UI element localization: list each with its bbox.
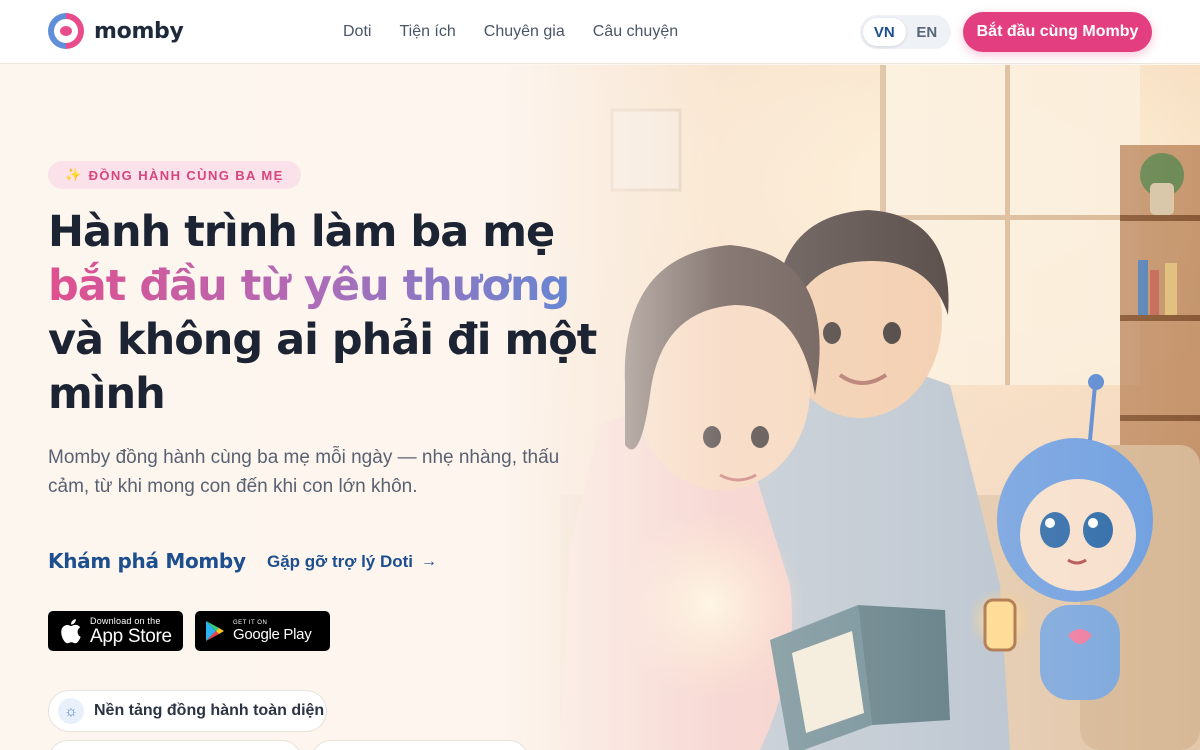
google-play-button[interactable]: GET IT ON Google Play <box>195 611 330 651</box>
hero-badge-text: ĐỒNG HÀNH CÙNG BA MẸ <box>88 167 284 183</box>
headline-line-1: Hành trình làm ba mẹ <box>48 207 555 257</box>
app-store-small: Download on the <box>90 615 161 626</box>
hero-headline: Hành trình làm ba mẹ bắt đầu từ yêu thươ… <box>48 205 608 421</box>
language-toggle: VN EN <box>860 15 951 49</box>
headline-line-3: và không ai phải đi một <box>48 315 597 365</box>
apple-icon <box>61 619 81 644</box>
sparkle-icon: ✨ <box>65 167 83 182</box>
explore-momby-link[interactable]: Khám phá Momby <box>48 549 246 573</box>
nav-item-doti[interactable]: Doti <box>343 23 371 41</box>
site-header: momby Doti Tiện ích Chuyên gia Câu chuyệ… <box>0 0 1200 64</box>
headline-line-2-gradient: bắt đầu từ yêu thương <box>48 259 608 313</box>
sun-icon: ☼ <box>58 698 84 724</box>
language-en-button[interactable]: EN <box>906 18 949 46</box>
nav-item-features[interactable]: Tiện ích <box>399 23 455 41</box>
brand-name: momby <box>94 18 184 44</box>
language-vn-button[interactable]: VN <box>863 18 906 46</box>
headline-line-4: mình <box>48 369 166 419</box>
feature-pill-platform: ☼ Nền tảng đồng hành toàn diện <box>48 690 327 732</box>
feature-pill-partial <box>48 740 302 750</box>
nav-item-stories[interactable]: Câu chuyện <box>593 23 678 41</box>
app-store-big: App Store <box>90 625 172 647</box>
app-store-text: Download on the App Store <box>90 615 172 647</box>
hero-badge: ✨ ĐỒNG HÀNH CÙNG BA MẸ <box>48 161 301 189</box>
meet-doti-link[interactable]: Gặp gỡ trợ lý Doti → <box>267 552 437 572</box>
app-store-button[interactable]: Download on the App Store <box>48 611 183 651</box>
hero-subtitle: Momby đồng hành cùng ba mẹ mỗi ngày — nh… <box>48 447 560 497</box>
brand-logo[interactable]: momby <box>48 13 184 49</box>
google-play-big: Google Play <box>233 626 312 643</box>
google-play-icon <box>206 621 224 641</box>
google-play-text: GET IT ON Google Play <box>233 620 312 643</box>
meet-doti-label: Gặp gỡ trợ lý Doti <box>267 552 414 571</box>
arrow-right-icon: → <box>421 553 438 570</box>
nav-item-experts[interactable]: Chuyên gia <box>484 23 565 41</box>
feature-pill-label: Nền tảng đồng hành toàn diện <box>94 702 325 719</box>
main-nav: Doti Tiện ích Chuyên gia Câu chuyện <box>343 0 678 64</box>
logo-mark-icon <box>48 13 84 49</box>
start-cta-button[interactable]: Bắt đầu cùng Momby <box>963 12 1152 52</box>
feature-pill-partial <box>311 740 529 750</box>
